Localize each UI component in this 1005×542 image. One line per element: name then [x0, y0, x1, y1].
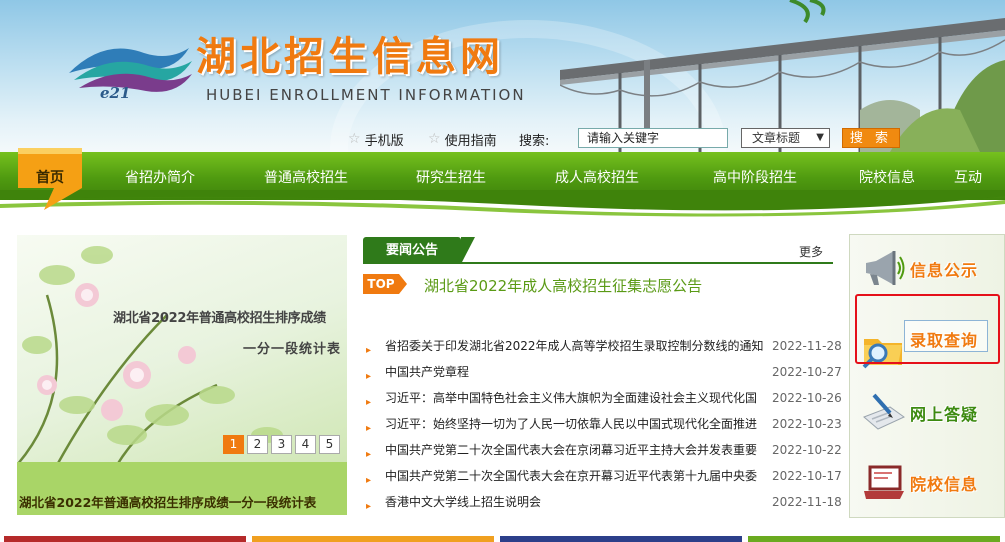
- nav-item-graduate[interactable]: 研究生招生: [416, 152, 486, 200]
- top-badge: TOP: [363, 274, 399, 294]
- news-title[interactable]: 中国共产党章程: [385, 361, 765, 383]
- highlight-box: [855, 294, 1000, 364]
- news-date: 2022-10-27: [772, 365, 842, 379]
- side-link-info-notice[interactable]: 信息公示: [850, 243, 1005, 293]
- search-type-select[interactable]: 文章标题 ▼: [741, 128, 830, 148]
- mobile-link[interactable]: ☆ 手机版: [348, 128, 404, 150]
- nav-item-adult-college[interactable]: 成人高校招生: [555, 152, 639, 200]
- pager-button-3[interactable]: 3: [271, 435, 292, 454]
- list-item[interactable]: ▸ 中国共产党第二十次全国代表大会在京闭幕习近平主持大会并发表重要 2022-10-…: [366, 439, 846, 465]
- news-tab-corner: [461, 237, 475, 264]
- pager-button-5[interactable]: 5: [319, 435, 340, 454]
- bottom-strip: [4, 536, 246, 542]
- top-badge-arrow: [399, 274, 407, 294]
- nav-item-general-college[interactable]: 普通高校招生: [264, 152, 348, 200]
- nav-item-college-info[interactable]: 院校信息: [859, 152, 915, 200]
- carousel-pager: 1 2 3 4 5: [223, 435, 340, 454]
- banner-line-2: 一分一段统计表: [243, 342, 342, 357]
- banner-carousel[interactable]: 湖北省2022年普通高校招生排序成绩 一分一段统计表 1 2 3 4 5 湖北省…: [17, 235, 347, 515]
- site-subtitle: HUBEI ENROLLMENT INFORMATION: [206, 86, 526, 104]
- bullet-icon: ▸: [366, 475, 372, 486]
- news-title[interactable]: 习近平：始终坚持一切为了人民一切依靠人民以中国式现代化全面推进: [385, 413, 765, 435]
- star-icon: ☆: [428, 131, 441, 147]
- side-link-label: 院校信息: [910, 475, 979, 494]
- search-input[interactable]: 请输入关键字: [578, 128, 728, 148]
- news-date: 2022-10-23: [772, 417, 842, 431]
- mobile-label: 手机版: [364, 133, 404, 149]
- dropdown-arrow-icon: ▼: [816, 132, 824, 143]
- bullet-icon: ▸: [366, 371, 372, 382]
- news-date: 2022-10-17: [772, 469, 842, 483]
- list-item[interactable]: ▸ 中国共产党第二十次全国代表大会在京开幕习近平代表第十九届中央委 2022-10-…: [366, 465, 846, 491]
- pager-button-1[interactable]: 1: [223, 435, 244, 454]
- nav-item-interaction[interactable]: 互动: [954, 152, 982, 200]
- guide-link[interactable]: ☆ 使用指南: [428, 128, 497, 150]
- list-item[interactable]: ▸ 省招委关于印发湖北省2022年成人高等学校招生录取控制分数线的通知 2022-1…: [366, 335, 846, 361]
- news-title[interactable]: 省招委关于印发湖北省2022年成人高等学校招生录取控制分数线的通知: [385, 335, 765, 357]
- nav-item-office-intro[interactable]: 省招办简介: [125, 152, 195, 200]
- banner-line-1: 湖北省2022年普通高校招生排序成绩: [113, 311, 326, 326]
- laptop-icon: [864, 465, 904, 499]
- bullet-icon: ▸: [366, 397, 372, 408]
- side-link-label: 网上答疑: [910, 405, 979, 424]
- news-tab[interactable]: 要闻公告: [363, 237, 461, 264]
- bottom-strip: [748, 536, 1000, 542]
- news-title[interactable]: 习近平：高举中国特色社会主义伟大旗帜为全面建设社会主义现代化国: [385, 387, 765, 409]
- list-item[interactable]: ▸ 习近平：高举中国特色社会主义伟大旗帜为全面建设社会主义现代化国 2022-10-…: [366, 387, 846, 413]
- top-news-headline[interactable]: 湖北省2022年成人高校招生征集志愿公告: [424, 275, 702, 296]
- guide-label: 使用指南: [444, 133, 497, 149]
- side-link-online-qa[interactable]: 网上答疑: [850, 387, 1005, 437]
- pager-button-2[interactable]: 2: [247, 435, 268, 454]
- news-more-link[interactable]: 更多: [799, 243, 823, 260]
- site-title[interactable]: 湖北招生信息网: [196, 24, 504, 82]
- nav-item-high-school[interactable]: 高中阶段招生: [713, 152, 797, 200]
- list-item[interactable]: ▸ 习近平：始终坚持一切为了人民一切依靠人民以中国式现代化全面推进 2022-10-…: [366, 413, 846, 439]
- logo-text: e21: [100, 84, 131, 102]
- news-date: 2022-10-26: [772, 391, 842, 405]
- megaphone-icon: [866, 251, 905, 285]
- bottom-strip: [500, 536, 742, 542]
- news-date: 2022-11-18: [772, 495, 842, 509]
- bullet-icon: ▸: [366, 345, 372, 356]
- quick-links-panel: 信息公示 网上答疑 院校信息: [849, 234, 1005, 518]
- news-title[interactable]: 中国共产党第二十次全国代表大会在京开幕习近平代表第十九届中央委: [385, 465, 765, 487]
- banner-caption[interactable]: 湖北省2022年普通高校招生排序成绩一分一段统计表: [19, 492, 316, 511]
- star-icon: ☆: [348, 131, 361, 147]
- bullet-icon: ▸: [366, 501, 372, 512]
- pager-button-4[interactable]: 4: [295, 435, 316, 454]
- search-type-value: 文章标题: [752, 131, 801, 145]
- bullet-icon: ▸: [366, 423, 372, 434]
- list-item[interactable]: ▸ 香港中文大学线上招生说明会 2022-11-18: [366, 491, 846, 517]
- news-title[interactable]: 香港中文大学线上招生说明会: [385, 491, 765, 513]
- news-list: ▸ 省招委关于印发湖北省2022年成人高等学校招生录取控制分数线的通知 2022-1…: [366, 335, 846, 517]
- search-label: 搜索:: [519, 133, 550, 149]
- pen-document-icon: [863, 393, 905, 430]
- nav-home[interactable]: 首页: [36, 152, 64, 200]
- list-item[interactable]: ▸ 中国共产党章程 2022-10-27: [366, 361, 846, 387]
- news-date: 2022-10-22: [772, 443, 842, 457]
- search-button[interactable]: 搜 索: [842, 128, 900, 148]
- side-link-label: 信息公示: [910, 261, 979, 280]
- bullet-icon: ▸: [366, 449, 372, 460]
- side-link-college-info[interactable]: 院校信息: [850, 457, 1005, 507]
- news-date: 2022-11-28: [772, 339, 842, 353]
- bottom-strip: [252, 536, 494, 542]
- news-divider: [363, 262, 833, 264]
- news-title[interactable]: 中国共产党第二十次全国代表大会在京闭幕习近平主持大会并发表重要: [385, 439, 765, 461]
